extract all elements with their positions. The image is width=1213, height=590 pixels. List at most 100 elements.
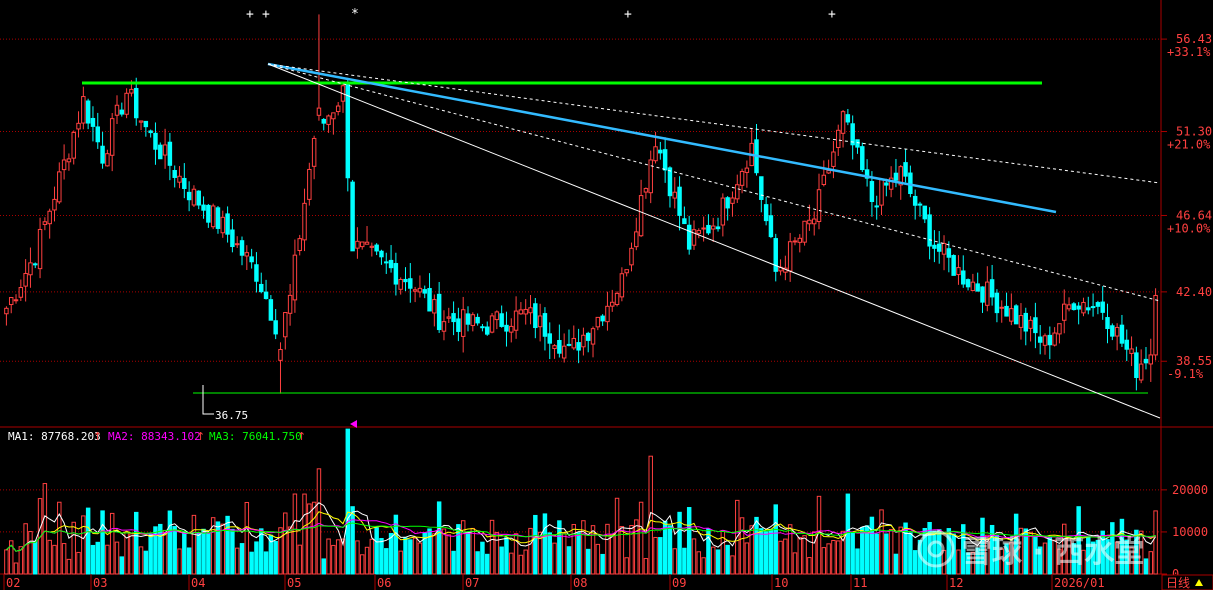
white-trend-line[interactable]: [267, 63, 1161, 419]
volume-bar: [528, 527, 533, 575]
price-axis: 56.43+33.1% 51.30+21.0% 46.64+10.0% 42.40 38…: [1161, 32, 1212, 381]
candle-body-up: [124, 92, 129, 115]
volume-bar: [4, 549, 9, 575]
blue-trend-line[interactable]: [267, 62, 1057, 214]
candle-body-down: [393, 263, 399, 285]
volume-bar: [576, 532, 581, 575]
candle-body-up: [797, 237, 803, 243]
event-plus-icon: +: [624, 7, 632, 22]
volume-bar: [499, 546, 504, 575]
month-label: 06: [377, 576, 391, 590]
candle-body-up: [1018, 315, 1024, 328]
month-axis: 02 03 04 05 06 07 08 09 10 11 12 2026/01: [3, 574, 1105, 590]
candle-body-down: [186, 191, 192, 201]
volume-bar: [206, 532, 211, 575]
volume-bar: [778, 540, 783, 575]
period-label[interactable]: 日线: [1166, 576, 1190, 590]
candle-body-up: [1066, 304, 1072, 310]
volume-bar: [696, 551, 702, 575]
candle-body-up: [571, 337, 577, 349]
volume-bar: [614, 497, 620, 575]
candle-body-up: [1114, 326, 1120, 337]
volume-bar: [335, 539, 341, 575]
candle-body-up: [605, 305, 610, 323]
candle-body-down: [961, 270, 966, 285]
candle-body-down: [427, 288, 432, 312]
candle-body-up: [581, 334, 586, 348]
price-tick-pct: +21.0%: [1167, 138, 1211, 152]
volume-bar: [715, 549, 721, 575]
volume-bar: [831, 540, 836, 575]
candle-body-down: [33, 263, 38, 266]
volume-bar: [667, 525, 673, 575]
candle-body-up: [672, 191, 677, 199]
candle-body-up: [432, 299, 437, 314]
candle-body-up: [826, 170, 831, 174]
volume-bar: [912, 550, 918, 575]
event-markers: + + * + +: [246, 7, 836, 22]
volume-bar: [638, 501, 644, 575]
candle-body-down: [465, 313, 471, 325]
candle-body-up: [619, 273, 625, 298]
candle-body-up: [61, 159, 67, 171]
candle-body-down: [167, 141, 173, 166]
candle-body-up: [744, 167, 750, 173]
volume-bar: [148, 533, 153, 575]
price-tick-pct: -9.1%: [1167, 367, 1204, 381]
volume-bar: [345, 428, 351, 575]
volume-bar: [215, 521, 221, 575]
candle-body-down: [869, 181, 875, 202]
volume-bar: [571, 524, 577, 575]
volume-bar: [287, 526, 293, 575]
candle-body-up: [52, 198, 57, 211]
volume-bar: [634, 519, 639, 575]
candle-body-up: [13, 299, 19, 302]
candle-body-down: [715, 226, 721, 230]
candle-body-up: [18, 287, 24, 298]
candle-body-up: [494, 311, 500, 321]
period-tab[interactable]: 日线: [1161, 574, 1213, 590]
candle-body-up: [634, 231, 639, 248]
candle-body-down: [485, 326, 490, 335]
volume-bar: [552, 542, 557, 575]
candle-body-down: [855, 139, 860, 148]
candle-body-down: [576, 342, 581, 351]
volume-bar: [379, 538, 384, 575]
candle-body-up: [552, 345, 557, 350]
price-tick-pct: +33.1%: [1167, 45, 1211, 59]
candle-body-down: [533, 303, 538, 329]
candle-body-up: [787, 241, 793, 272]
candle-body-down: [682, 218, 687, 225]
candle-body-down: [90, 117, 96, 127]
volume-bar: [903, 522, 908, 575]
candle-body-down: [600, 315, 605, 322]
volume-bar: [239, 543, 245, 575]
candle-body-down: [119, 109, 125, 115]
volume-bar: [518, 554, 524, 575]
candle-body-down: [1119, 324, 1125, 344]
candle-body-up: [879, 178, 884, 206]
candle-body-down: [1110, 325, 1115, 337]
ma1-legend: MA1: 87768.203: [8, 430, 101, 443]
volume-bar: [244, 501, 250, 575]
volume-bar: [138, 546, 144, 575]
candle-body-up: [42, 221, 48, 225]
candle-body-up: [1042, 335, 1048, 346]
candle-body-up: [653, 146, 658, 162]
candle-body-up: [1153, 294, 1158, 356]
candle-body-up: [1028, 319, 1033, 329]
volume-bar: [547, 532, 552, 575]
volume-bar: [133, 511, 139, 575]
candle-body-up: [821, 174, 827, 186]
volume-bar: [191, 514, 197, 575]
candle-body-down: [557, 340, 562, 354]
candle-body-up: [191, 188, 197, 206]
candle-body-up: [460, 309, 466, 337]
candle-body-up: [311, 137, 317, 167]
candle-body-up: [355, 240, 360, 249]
candle-body-down: [158, 144, 163, 160]
volume-bar: [749, 525, 754, 575]
dotted-trend-line-lower[interactable]: [267, 63, 1161, 302]
candle-body-up: [441, 321, 447, 332]
volume-bar: [710, 546, 716, 575]
